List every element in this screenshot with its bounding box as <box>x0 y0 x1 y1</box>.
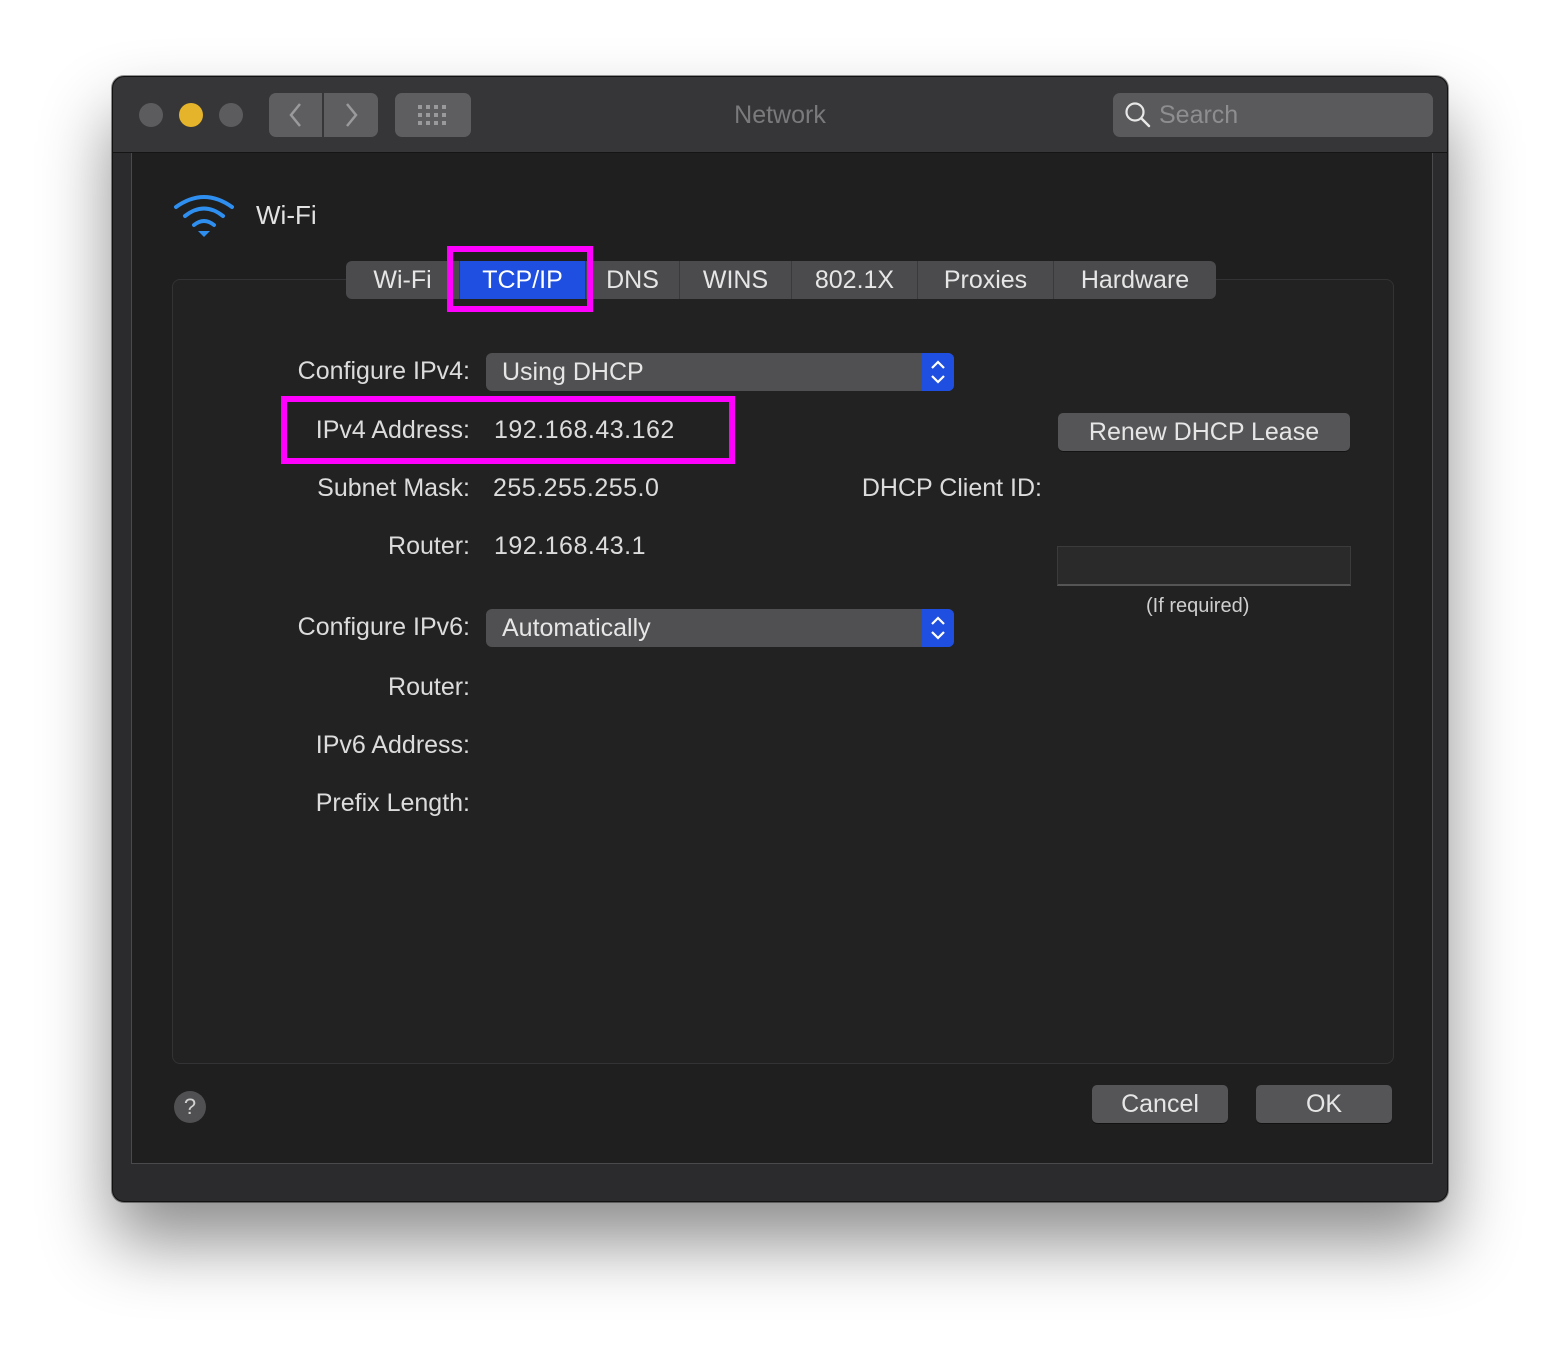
tab-proxies[interactable]: Proxies <box>918 261 1054 299</box>
renew-dhcp-lease-button[interactable]: Renew DHCP Lease <box>1058 413 1350 451</box>
ok-button[interactable]: OK <box>1256 1085 1392 1123</box>
router-label: Router: <box>388 532 470 560</box>
tab-wifi[interactable]: Wi-Fi <box>346 261 460 299</box>
tab-tcpip[interactable]: TCP/IP <box>460 261 586 299</box>
tab-dns[interactable]: DNS <box>586 261 680 299</box>
updown-chevron-icon <box>922 353 954 391</box>
configure-ipv6-value: Automatically <box>502 613 651 642</box>
configure-ipv6-popup[interactable]: Automatically <box>486 609 954 647</box>
ipv4-address-label: IPv4 Address: <box>315 416 470 444</box>
tab-hardware[interactable]: Hardware <box>1054 261 1216 299</box>
search-field[interactable]: Search <box>1113 93 1433 137</box>
dhcp-client-id-label: DHCP Client ID: <box>861 474 1042 502</box>
subnet-mask-label: Subnet Mask: <box>317 474 470 502</box>
tab-bar: Wi-Fi TCP/IP DNS WINS 802.1X Proxies Har… <box>346 261 1216 299</box>
wifi-icon <box>174 195 234 237</box>
network-preferences-window: Network Search Wi-Fi Wi-Fi TCP/IP DNS WI… <box>112 76 1448 1202</box>
configure-ipv4-label: Configure IPv4: <box>297 357 470 385</box>
dhcp-client-id-field[interactable] <box>1057 546 1351 586</box>
ipv6-address-label: IPv6 Address: <box>315 731 470 759</box>
search-placeholder: Search <box>1159 100 1239 129</box>
title-bar: Network Search <box>113 77 1447 153</box>
ipv6-router-label: Router: <box>388 673 470 701</box>
prefix-length-label: Prefix Length: <box>315 789 470 817</box>
configure-ipv6-label: Configure IPv6: <box>297 613 470 641</box>
router-value: 192.168.43.1 <box>494 532 646 560</box>
tab-wins[interactable]: WINS <box>680 261 792 299</box>
help-button[interactable]: ? <box>174 1091 206 1123</box>
search-icon <box>1123 100 1153 130</box>
updown-chevron-icon <box>922 609 954 647</box>
subnet-mask-value: 255.255.255.0 <box>493 474 660 502</box>
interface-name: Wi-Fi <box>256 199 317 230</box>
settings-sheet: Wi-Fi Wi-Fi TCP/IP DNS WINS 802.1X Proxi… <box>131 153 1433 1164</box>
interface-header: Wi-Fi <box>172 191 317 239</box>
configure-ipv4-value: Using DHCP <box>502 357 644 386</box>
configure-ipv4-popup[interactable]: Using DHCP <box>486 353 954 391</box>
cancel-button[interactable]: Cancel <box>1092 1085 1228 1123</box>
dhcp-client-id-hint: (If required) <box>1146 595 1250 617</box>
tab-8021x[interactable]: 802.1X <box>792 261 918 299</box>
ipv4-address-value: 192.168.43.162 <box>494 416 675 444</box>
